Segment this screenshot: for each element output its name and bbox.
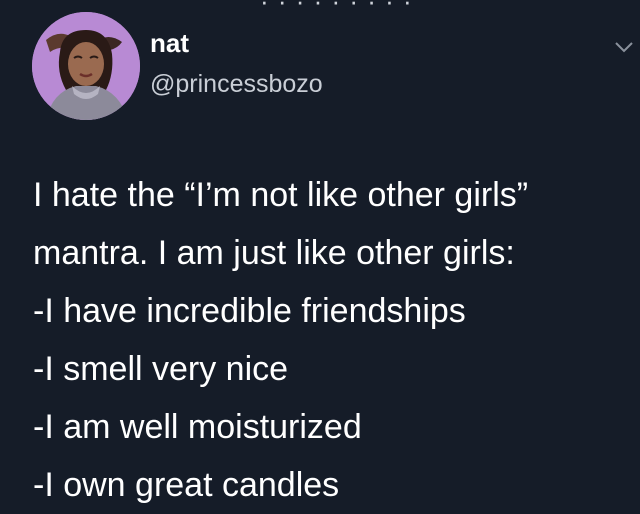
tweet-line: mantra. I am just like other girls: xyxy=(33,234,515,272)
tweet-line: -I am well moisturized xyxy=(33,408,362,446)
tweet-text: I hate the “I’m not like other girls” ma… xyxy=(33,166,633,514)
author-display-name[interactable]: nat xyxy=(150,28,189,59)
avatar-photo xyxy=(32,12,140,120)
author-handle[interactable]: @princessbozo xyxy=(150,70,323,99)
chevron-down-icon[interactable] xyxy=(612,38,636,56)
tweet-line: -I smell very nice xyxy=(33,350,289,388)
previous-content-cutoff: · · · · · · · · · xyxy=(0,0,640,6)
tweet-line: I hate the “I’m not like other girls” xyxy=(33,176,529,214)
tweet-line: -I own great candles xyxy=(33,466,340,504)
avatar[interactable] xyxy=(32,12,140,120)
tweet-line: -I have incredible friendships xyxy=(33,292,466,330)
